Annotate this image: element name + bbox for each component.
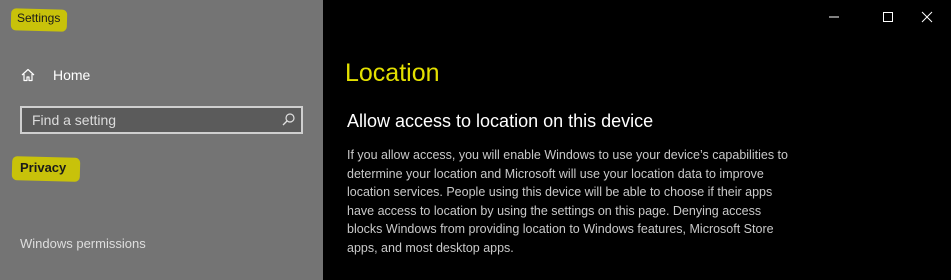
minimize-icon [829, 16, 839, 18]
page-title: Location [345, 59, 440, 87]
close-icon [921, 11, 933, 23]
app-title: Settings [17, 11, 61, 25]
minimize-button[interactable] [810, 0, 858, 34]
home-icon [20, 67, 36, 83]
section-description: If you allow access, you will enable Win… [347, 148, 788, 255]
close-button[interactable] [903, 0, 951, 34]
maximize-icon [883, 12, 893, 22]
search-box[interactable] [20, 106, 303, 134]
sidebar: Settings Home Privacy Windows permission… [0, 0, 323, 280]
main-content: Location Allow access to location on thi… [323, 0, 951, 280]
search-input[interactable] [22, 108, 282, 132]
section-label: Windows permissions [20, 236, 146, 251]
search-icon[interactable] [281, 112, 296, 127]
sidebar-item-home[interactable]: Home [20, 64, 90, 86]
section-title: Allow access to location on this device [347, 111, 654, 131]
category-heading: Privacy [20, 160, 67, 175]
sidebar-item-label: Home [53, 67, 91, 83]
